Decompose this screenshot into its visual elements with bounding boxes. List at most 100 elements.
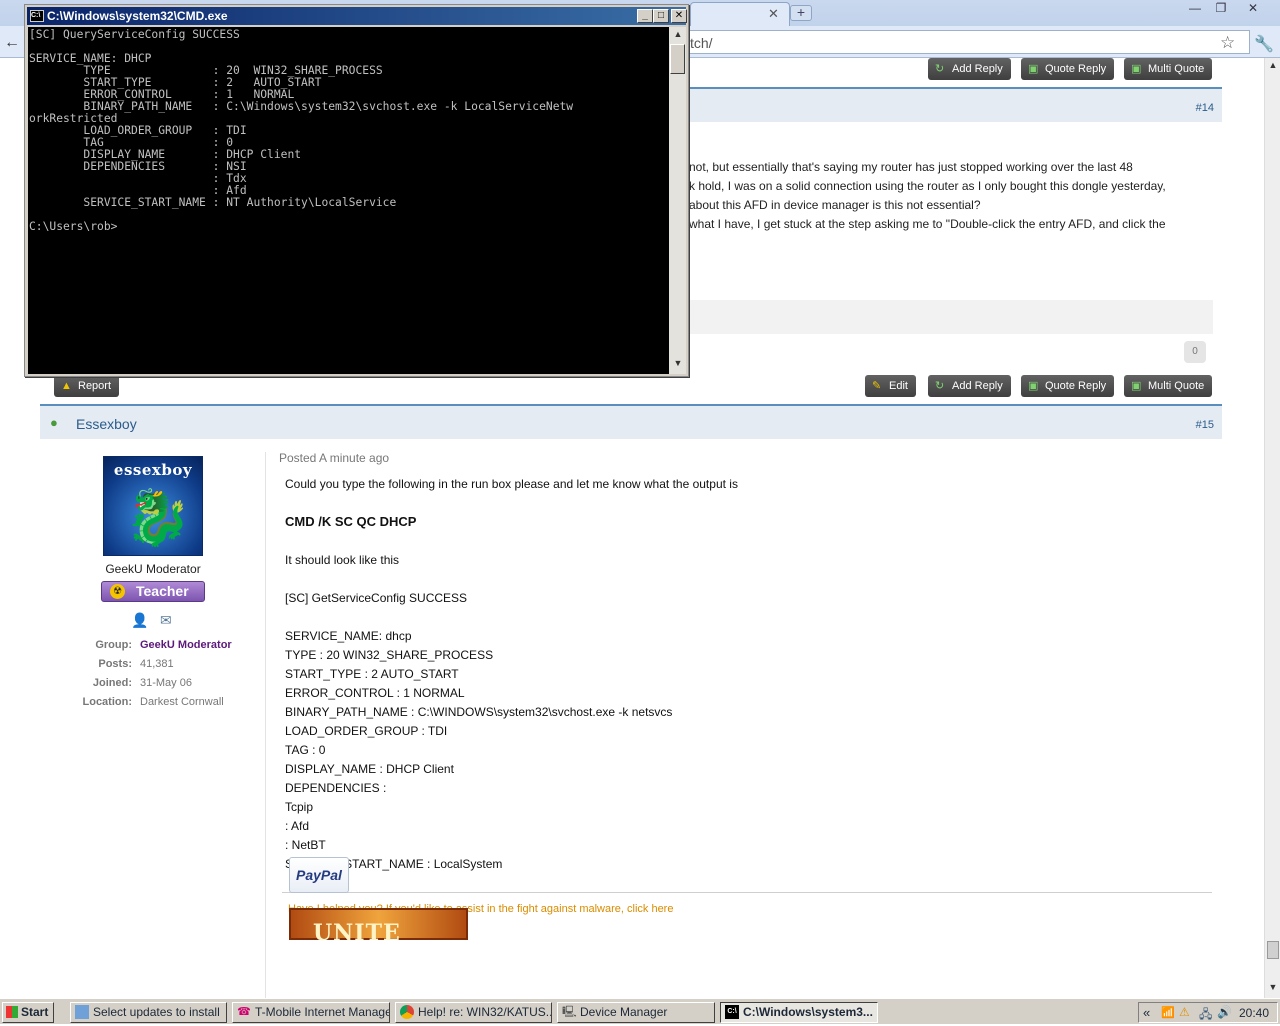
window-restore-icon[interactable]: ❐ <box>1208 1 1234 19</box>
post-text-line: Could you type the following in the run … <box>285 477 738 491</box>
browser-tab[interactable]: ✕ <box>690 2 790 26</box>
quote-reply-button[interactable]: ▣ Quote Reply <box>1021 375 1115 397</box>
add-reply-button[interactable]: ↻ Add Reply <box>928 58 1011 80</box>
scroll-up-icon[interactable]: ▲ <box>672 29 684 43</box>
tab-strip: ✕ + — ❐ ✕ <box>690 0 1280 26</box>
scroll-thumb[interactable] <box>670 44 685 74</box>
scroll-down-icon[interactable]: ▼ <box>672 358 684 372</box>
pencil-icon: ✎ <box>872 380 882 392</box>
computer-icon: 🖳 <box>562 1006 577 1018</box>
cmd-console[interactable]: [SC] QueryServiceConfig SUCCESS SERVICE_… <box>28 27 669 374</box>
windows-logo-icon <box>6 1006 18 1018</box>
avatar-text: essexboy <box>113 461 193 479</box>
column-divider <box>265 452 266 998</box>
quote-icon: ▣ <box>1028 63 1039 75</box>
tray-expand-icon[interactable]: « <box>1143 1005 1150 1020</box>
chrome-icon <box>400 1005 414 1019</box>
cmd-window[interactable]: C:\ C:\Windows\system32\CMD.exe _ □ ✕ [S… <box>24 4 689 377</box>
minimize-icon[interactable]: _ <box>637 9 653 23</box>
tab-close-icon[interactable]: ✕ <box>768 6 779 22</box>
volume-icon[interactable]: 🔊 <box>1217 1005 1232 1019</box>
multi-quote-button[interactable]: ▣ Multi Quote <box>1124 58 1213 80</box>
like-count[interactable]: 0 <box>1184 341 1206 363</box>
network-icon[interactable]: 🖧 <box>1199 1005 1212 1026</box>
warning-icon: ▲ <box>61 380 72 392</box>
multi-quote-icon: ▣ <box>1131 63 1142 75</box>
system-tray: « 📶 ⚠ 🖧 🔊 20:40 <box>1138 1002 1278 1023</box>
rank-badge: ☢ Teacher <box>101 581 205 602</box>
start-button[interactable]: Start <box>2 1002 54 1023</box>
post-text-line: SERVICE_NAME: dhcp <box>285 629 412 643</box>
cmd-output: [SC] QueryServiceConfig SUCCESS SERVICE_… <box>29 28 574 233</box>
post-header-15: ● Essexboy #15 <box>40 404 1222 439</box>
multi-quote-button[interactable]: ▣ Multi Quote <box>1124 375 1213 397</box>
dragon-icon: 🐉 <box>124 488 192 548</box>
taskbar-item-chrome[interactable]: Help! re: WIN32/KATUS... <box>395 1002 552 1023</box>
avatar[interactable]: essexboy 🐉 <box>103 456 203 556</box>
signature-area <box>689 300 1213 334</box>
address-text[interactable]: tch/ <box>690 35 713 51</box>
post-number[interactable]: #15 <box>1196 419 1214 431</box>
scroll-thumb[interactable] <box>1267 941 1279 959</box>
post-text-line: Tcpip <box>285 800 314 814</box>
maximize-icon[interactable]: □ <box>653 9 669 23</box>
quote-icon: ▣ <box>1028 380 1039 392</box>
group-value: GeekU Moderator <box>140 639 232 651</box>
post-text-line: TYPE : 20 WIN32_SHARE_PROCESS <box>285 648 494 662</box>
unite-banner[interactable]: UNITE <box>289 908 468 946</box>
reply-icon: ↻ <box>935 380 945 392</box>
back-arrow-icon[interactable]: ← <box>4 34 26 52</box>
author-name-link[interactable]: Essexboy <box>76 416 137 432</box>
user-icon: ● <box>50 415 58 430</box>
taskbar-item-cmd[interactable]: C:\ C:\Windows\system3... <box>720 1002 878 1023</box>
post-text-line: START_TYPE : 2 AUTO_START <box>285 667 459 681</box>
post-number[interactable]: #14 <box>1196 102 1214 114</box>
taskbar: Start Select updates to install ☎ T-Mobil… <box>0 998 1280 1024</box>
paypal-button[interactable]: PayPal <box>289 857 349 893</box>
report-button[interactable]: ▲ Report <box>54 375 120 397</box>
update-icon <box>75 1005 89 1019</box>
new-tab-button[interactable]: + <box>790 5 812 21</box>
posts-value: 41,381 <box>140 658 174 670</box>
bookmark-star-icon[interactable]: ☆ <box>1220 33 1235 53</box>
wrench-icon[interactable]: 🔧 <box>1254 34 1274 54</box>
post-text-line: ERROR_CONTROL : 1 NORMAL <box>285 686 465 700</box>
message-icon[interactable]: ✉ <box>160 612 172 629</box>
post-text-line: k hold, I was on a solid connection usin… <box>689 179 1166 193</box>
post-text-line: DISPLAY_NAME : DHCP Client <box>285 762 454 776</box>
cmd-icon: C:\ <box>725 1005 739 1019</box>
warning-icon[interactable]: ⚠ <box>1179 1005 1190 1019</box>
scroll-down-icon[interactable]: ▼ <box>1267 982 1279 996</box>
taskbar-item-device-manager[interactable]: 🖳 Device Manager <box>557 1002 715 1023</box>
member-info: Group: GeekU Moderator Posts: 41,381 Joi… <box>0 639 270 709</box>
quote-reply-button[interactable]: ▣ Quote Reply <box>1021 58 1115 80</box>
joined-label: Joined: <box>92 677 132 689</box>
scroll-up-icon[interactable]: ▲ <box>1267 60 1279 74</box>
post-command: CMD /K SC QC DHCP <box>285 514 417 529</box>
location-value: Darkest Cornwall <box>140 696 224 708</box>
page-scrollbar[interactable]: ▲ ▼ <box>1264 58 1280 998</box>
cmd-title-bar[interactable]: C:\ C:\Windows\system32\CMD.exe _ □ ✕ <box>27 7 687 25</box>
post-text-line: BINARY_PATH_NAME : C:\WINDOWS\system32\s… <box>285 705 673 719</box>
close-icon[interactable]: ✕ <box>671 9 687 23</box>
profile-icon[interactable]: 👤 <box>131 612 148 629</box>
clock[interactable]: 20:40 <box>1239 1006 1269 1020</box>
location-label: Location: <box>82 696 133 708</box>
edit-button[interactable]: ✎ Edit <box>865 375 916 397</box>
taskbar-item-tmobile[interactable]: ☎ T-Mobile Internet Manager <box>232 1002 390 1023</box>
post-text-line: DEPENDENCIES : <box>285 781 387 795</box>
posted-time: Posted A minute ago <box>279 451 390 465</box>
window-minimize-icon[interactable]: — <box>1182 1 1208 19</box>
radiation-icon: ☢ <box>110 584 125 599</box>
post-text-line: : NetBT <box>285 838 326 852</box>
reply-icon: ↻ <box>935 63 945 75</box>
add-reply-button[interactable]: ↻ Add Reply <box>928 375 1011 397</box>
window-close-icon[interactable]: ✕ <box>1240 1 1266 19</box>
address-bar[interactable]: tch/ ☆ <box>690 30 1250 54</box>
cmd-scrollbar[interactable]: ▲ ▼ <box>669 27 686 374</box>
taskbar-item-updates[interactable]: Select updates to install <box>70 1002 227 1023</box>
post-text-line: TAG : 0 <box>285 743 326 757</box>
post-text-line: not, but essentially that's saying my ro… <box>689 160 1133 174</box>
member-title: GeekU Moderator <box>105 562 201 576</box>
wifi-icon[interactable]: 📶 <box>1161 1006 1175 1019</box>
